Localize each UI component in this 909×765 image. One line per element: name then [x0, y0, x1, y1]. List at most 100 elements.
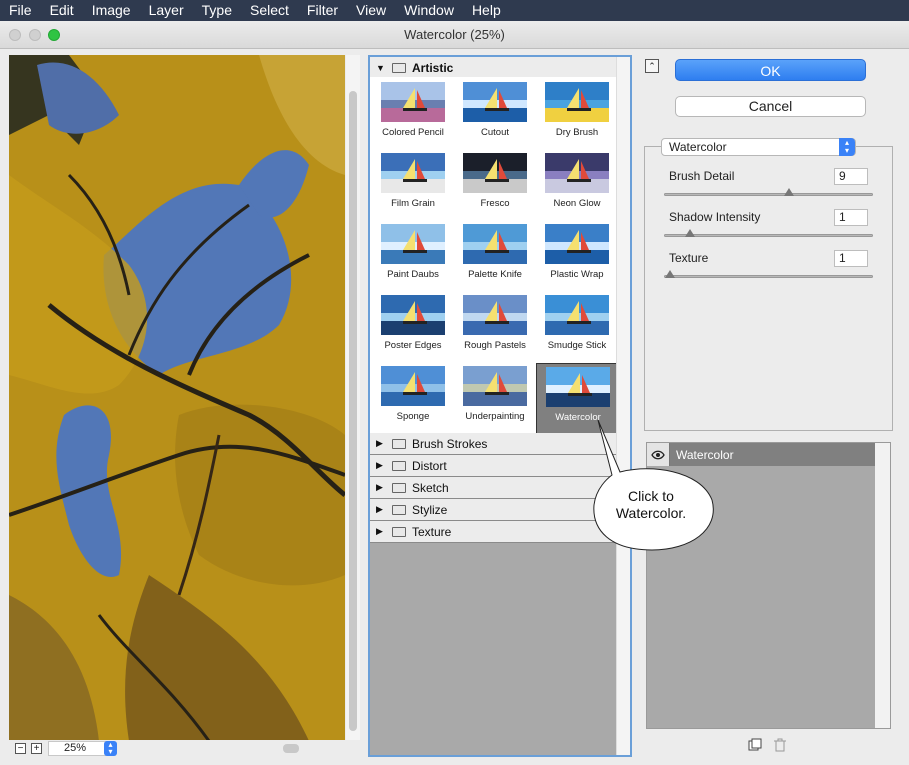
shadow-intensity-slider[interactable]: [664, 229, 873, 237]
filter-thumb-cutout[interactable]: Cutout: [454, 79, 536, 150]
disclosure-triangle-right-icon[interactable]: ▶: [376, 504, 386, 515]
menu-window[interactable]: Window: [395, 0, 463, 21]
filter-thumb-dry-brush[interactable]: Dry Brush: [536, 79, 618, 150]
filter-gallery: ▼ Artistic Colored Pencil Cutout Dry Brush…: [368, 55, 632, 757]
filter-thumb-palette-knife[interactable]: Palette Knife: [454, 221, 536, 292]
folder-icon: [392, 482, 406, 493]
shadow-intensity-field[interactable]: 1: [834, 209, 868, 226]
filter-thumb-plastic-wrap[interactable]: Plastic Wrap: [536, 221, 618, 292]
scroll-thumb[interactable]: [349, 91, 357, 731]
slider-knob[interactable]: [684, 229, 695, 237]
filter-thumbnail-image: [463, 224, 527, 264]
callout-text: Click to Watercolor.: [600, 488, 702, 522]
menu-select[interactable]: Select: [241, 0, 298, 21]
menu-filter[interactable]: Filter: [298, 0, 347, 21]
preview-image[interactable]: [9, 55, 345, 741]
folder-icon: [392, 460, 406, 471]
cancel-button[interactable]: Cancel: [675, 96, 866, 117]
filter-select[interactable]: Watercolor ▴ ▾: [661, 138, 856, 156]
filter-thumbnail-image: [381, 224, 445, 264]
brush-detail-label: Brush Detail: [669, 169, 735, 183]
menu-file[interactable]: File: [0, 0, 41, 21]
folder-label: Sketch: [412, 480, 449, 495]
folder-artistic[interactable]: ▼ Artistic: [370, 57, 616, 79]
disclosure-triangle-right-icon[interactable]: ▶: [376, 482, 386, 493]
folder-distort[interactable]: ▶ Distort: [370, 455, 616, 477]
filter-thumb-label: Film Grain: [391, 198, 435, 209]
filter-thumb-colored-pencil[interactable]: Colored Pencil: [372, 79, 454, 150]
filter-thumb-label: Cutout: [481, 127, 509, 138]
brush-detail-slider[interactable]: [664, 188, 873, 196]
folder-texture[interactable]: ▶ Texture: [370, 521, 616, 543]
folder-icon: [392, 504, 406, 515]
artistic-thumbnails: Colored Pencil Cutout Dry Brush Film Grain F…: [370, 77, 618, 434]
slider-knob[interactable]: [784, 188, 795, 196]
ok-button[interactable]: OK: [675, 59, 866, 81]
layers-scrollbar[interactable]: [875, 443, 890, 728]
disclosure-triangle-right-icon[interactable]: ▶: [376, 526, 386, 537]
folder-icon: [392, 526, 406, 537]
folder-icon: [392, 62, 406, 73]
folder-label: Stylize: [412, 502, 448, 517]
zoom-in-button[interactable]: +: [31, 743, 42, 754]
filter-thumbnail-image: [381, 82, 445, 122]
folder-brush-strokes[interactable]: ▶ Brush Strokes: [370, 433, 616, 455]
callout-line-2: Watercolor.: [615, 505, 687, 521]
filter-thumb-film-grain[interactable]: Film Grain: [372, 150, 454, 221]
zoom-level-field[interactable]: 25%: [48, 741, 110, 756]
filter-thumbnail-image: [463, 295, 527, 335]
trash-icon[interactable]: [773, 738, 787, 752]
folder-stylize[interactable]: ▶ Stylize: [370, 499, 616, 521]
watercolor-leaves-image: [9, 55, 345, 741]
shadow-intensity-label: Shadow Intensity: [669, 210, 761, 224]
new-layer-icon[interactable]: [748, 738, 762, 751]
menu-type[interactable]: Type: [193, 0, 241, 21]
slider-knob[interactable]: [665, 270, 675, 278]
expand-collapse-icon[interactable]: ⌃: [645, 59, 659, 73]
filter-thumb-label: Paint Daubs: [387, 269, 439, 280]
menu-view[interactable]: View: [347, 0, 395, 21]
filter-thumb-rough-pastels[interactable]: Rough Pastels: [454, 292, 536, 363]
filter-thumb-neon-glow[interactable]: Neon Glow: [536, 150, 618, 221]
filter-thumbnail-image: [545, 153, 609, 193]
filter-thumbnail-image: [463, 366, 527, 406]
disclosure-triangle-right-icon[interactable]: ▶: [376, 460, 386, 471]
window-title-bar: Watercolor (25%): [0, 21, 909, 49]
filter-thumb-poster-edges[interactable]: Poster Edges: [372, 292, 454, 363]
texture-slider[interactable]: [664, 270, 873, 278]
filter-thumb-label: Palette Knife: [468, 269, 522, 280]
filter-thumb-sponge[interactable]: Sponge: [372, 363, 454, 434]
filter-thumbnail-image: [545, 224, 609, 264]
folder-label: Texture: [412, 524, 452, 539]
filter-thumbnail-image: [545, 295, 609, 335]
disclosure-triangle-right-icon[interactable]: ▶: [376, 438, 386, 449]
brush-detail-field[interactable]: 9: [834, 168, 868, 185]
zoom-dropdown-arrows-icon[interactable]: ▴ ▾: [104, 741, 117, 756]
menu-image[interactable]: Image: [83, 0, 140, 21]
horizontal-scroll-thumb[interactable]: [283, 744, 299, 753]
zoom-out-button[interactable]: −: [15, 743, 26, 754]
gallery-scrollbar[interactable]: [616, 57, 630, 755]
callout-line-1: Click to: [628, 488, 674, 504]
menu-layer[interactable]: Layer: [140, 0, 193, 21]
menu-edit[interactable]: Edit: [41, 0, 83, 21]
menu-bar: File Edit Image Layer Type Select Filter…: [0, 0, 909, 21]
filter-thumb-label: Plastic Wrap: [550, 269, 604, 280]
texture-field[interactable]: 1: [834, 250, 868, 267]
filter-thumb-underpainting[interactable]: Underpainting: [454, 363, 536, 434]
filter-thumbnail-image: [381, 366, 445, 406]
filter-thumbnail-image: [463, 153, 527, 193]
zoom-bar: − + 25% ▴ ▾: [9, 740, 361, 757]
folder-label: Artistic: [412, 60, 454, 75]
disclosure-triangle-down-icon[interactable]: ▼: [376, 63, 386, 73]
filter-thumbnail-image: [463, 82, 527, 122]
filter-thumb-paint-daubs[interactable]: Paint Daubs: [372, 221, 454, 292]
menu-help[interactable]: Help: [463, 0, 510, 21]
window-title: Watercolor (25%): [404, 27, 505, 42]
texture-label: Texture: [669, 251, 709, 265]
filter-thumbnail-image: [381, 295, 445, 335]
filter-thumb-fresco[interactable]: Fresco: [454, 150, 536, 221]
filter-thumb-smudge-stick[interactable]: Smudge Stick: [536, 292, 618, 363]
preview-vertical-scrollbar[interactable]: [346, 55, 360, 741]
folder-sketch[interactable]: ▶ Sketch: [370, 477, 616, 499]
